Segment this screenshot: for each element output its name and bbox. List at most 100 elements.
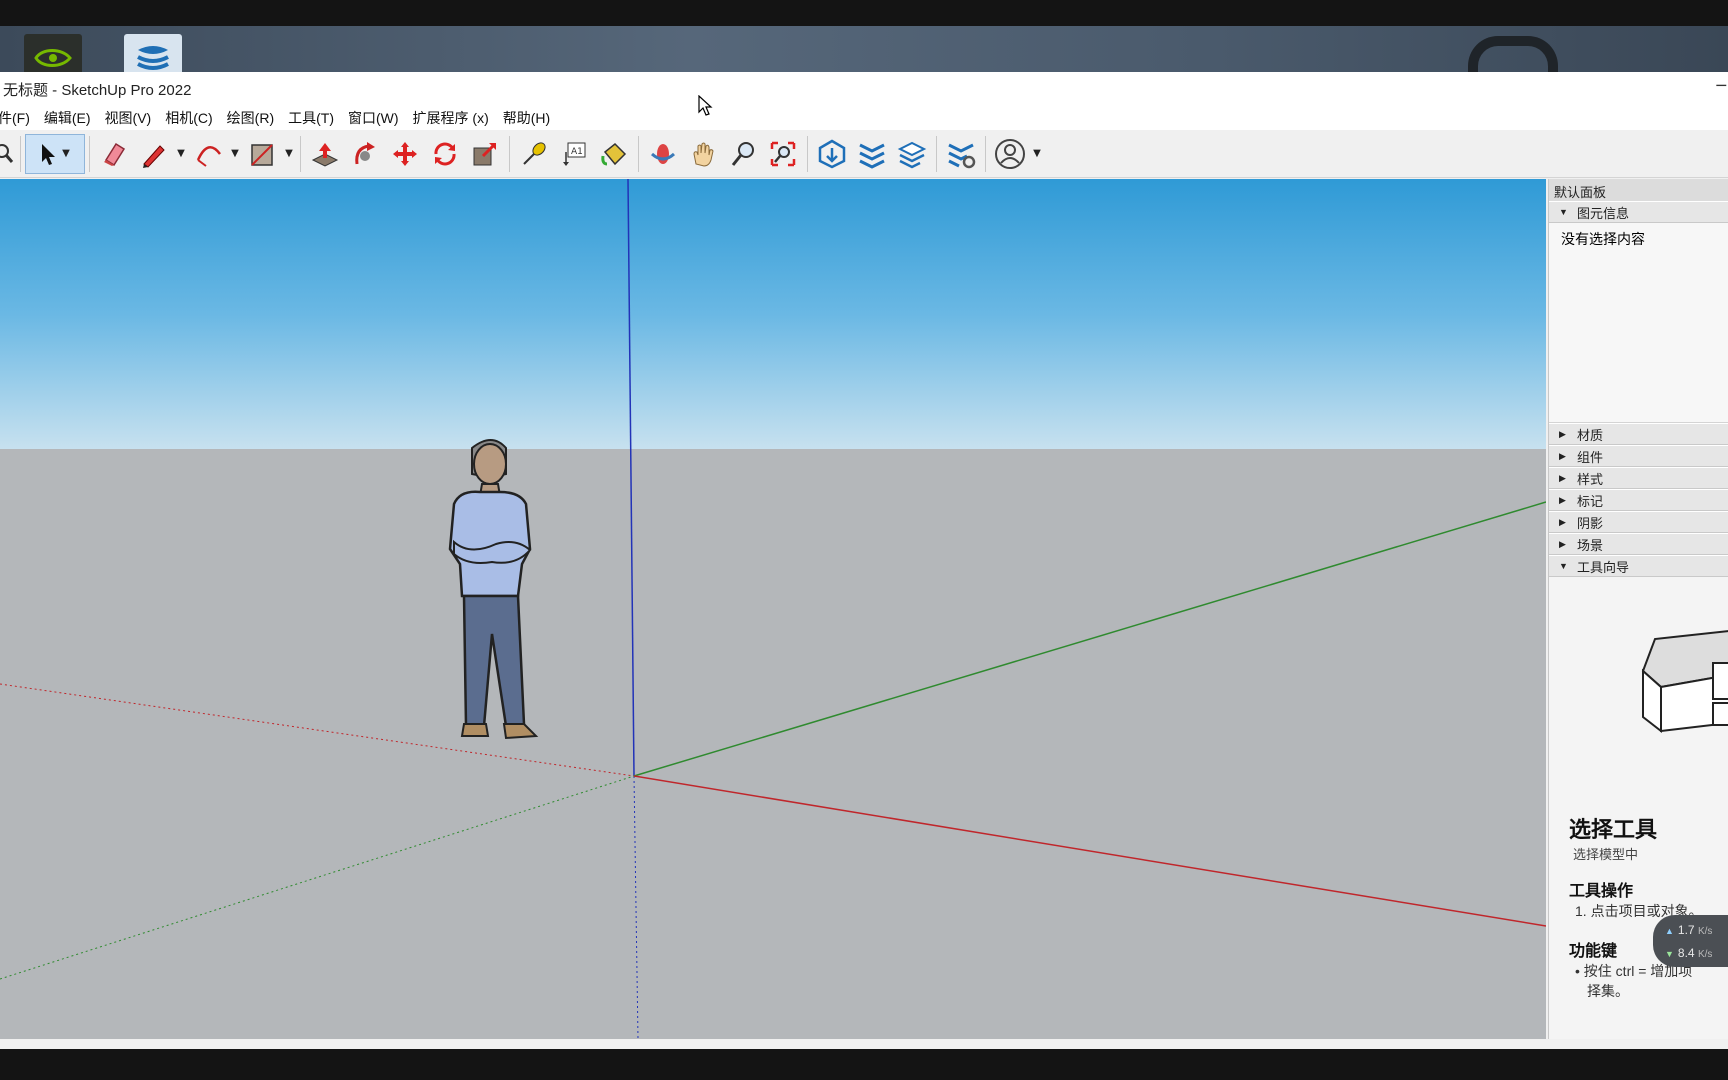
expanded-triangle-icon: ▼ [1559, 561, 1568, 571]
speed-unit: K/s [1697, 949, 1713, 960]
section-label: 工具向导 [1577, 559, 1630, 575]
extension-warehouse-icon[interactable] [852, 134, 892, 174]
collapsed-triangle-icon: ▶ [1559, 516, 1566, 527]
blue-axis [627, 179, 635, 777]
status-bar [0, 1039, 1728, 1049]
menu-extensions[interactable]: 扩展程序 (x) [406, 108, 496, 128]
collapsed-triangle-icon: ▶ [1559, 472, 1566, 483]
collapsed-triangle-icon: ▶ [1559, 428, 1566, 439]
chevron-down-icon[interactable]: ▼ [1030, 148, 1044, 159]
move-icon[interactable] [385, 134, 425, 174]
orbit-icon[interactable] [643, 134, 683, 174]
collapsed-triangle-icon: ▶ [1559, 494, 1566, 505]
chevron-down-icon[interactable]: ▼ [282, 148, 296, 159]
axes [0, 179, 1546, 1039]
select-icon[interactable]: ▼ [25, 133, 85, 174]
account-icon[interactable] [990, 134, 1030, 174]
tray-section-materials[interactable]: ▶ 材质 [1549, 423, 1728, 445]
download-arrow-icon: ▼ [1665, 949, 1674, 959]
push-pull-icon[interactable] [305, 134, 345, 174]
layers-app-icon[interactable] [124, 34, 182, 72]
expanded-triangle-icon: ▼ [1559, 207, 1568, 217]
green-axis-negative [0, 775, 635, 980]
paint-bucket-icon[interactable] [594, 134, 634, 174]
scale-icon[interactable] [465, 134, 505, 174]
window-title: 无标题 - SketchUp Pro 2022 [3, 81, 192, 99]
title-bar: 无标题 - SketchUp Pro 2022 ─ [0, 72, 1728, 106]
menu-tools[interactable]: 工具(T) [281, 108, 341, 128]
follow-me-icon[interactable] [345, 134, 385, 174]
download-speed: 8.4 [1677, 946, 1695, 960]
zoom-extents-icon[interactable] [763, 134, 803, 174]
model-viewport[interactable] [0, 179, 1546, 1039]
entity-info-body: 没有选择内容 [1549, 223, 1728, 423]
pencil-icon[interactable] [134, 134, 174, 174]
toolbar-separator [20, 135, 21, 172]
screen-bottom-bar [0, 1049, 1728, 1080]
tray-section-scenes[interactable]: ▶ 场景 [1549, 533, 1728, 555]
minimize-button[interactable]: ─ [1716, 76, 1726, 95]
section-label: 样式 [1577, 471, 1604, 487]
tray-section-entity-info[interactable]: ▼ 图元信息 [1549, 201, 1728, 223]
toolbar-separator [509, 135, 510, 172]
toolbar-separator [300, 135, 301, 172]
tape-measure-icon[interactable] [514, 134, 554, 174]
rotate-icon[interactable] [425, 134, 465, 174]
text-icon[interactable]: A1 [554, 134, 594, 174]
arc-icon[interactable] [188, 134, 228, 174]
toolbar-separator [89, 135, 90, 172]
section-label: 组件 [1577, 449, 1604, 465]
chevron-down-icon[interactable]: ▼ [174, 148, 188, 159]
house-illustration [1641, 630, 1728, 734]
operations-heading: 工具操作 [1569, 883, 1634, 900]
rectangle-icon[interactable] [242, 134, 282, 174]
layout-icon[interactable] [892, 134, 932, 174]
toolbar-separator [936, 135, 937, 172]
section-label: 材质 [1577, 427, 1604, 443]
zoom-icon[interactable] [0, 134, 16, 174]
collapsed-triangle-icon: ▶ [1559, 450, 1566, 461]
toolbar-separator [985, 135, 986, 172]
tool-description: 选择模型中 [1573, 847, 1639, 862]
upload-arrow-icon: ▲ [1665, 926, 1674, 936]
toolbar-separator [638, 135, 639, 172]
nvidia-icon[interactable] [24, 34, 82, 72]
menu-view[interactable]: 视图(V) [98, 108, 159, 128]
tray-section-instructor[interactable]: ▼ 工具向导 [1549, 555, 1728, 577]
tray-title: 默认面板 [1549, 179, 1728, 201]
chevron-down-icon[interactable]: ▼ [228, 148, 242, 159]
sketchup-window: 无标题 - SketchUp Pro 2022 ─ 件(F) 编辑(E) 视图(… [0, 72, 1728, 1039]
extension-manager-icon[interactable] [941, 134, 981, 174]
desktop-background [0, 26, 1728, 72]
tray-section-shadows[interactable]: ▶ 阴影 [1549, 511, 1728, 533]
pan-icon[interactable] [683, 134, 723, 174]
collapsed-triangle-icon: ▶ [1559, 538, 1566, 549]
section-label: 图元信息 [1577, 205, 1630, 221]
menu-window[interactable]: 窗口(W) [341, 108, 406, 128]
menu-camera[interactable]: 相机(C) [158, 108, 219, 128]
mouse-cursor-icon [698, 95, 713, 116]
modifier-keys-item-continued: 择集。 [1587, 983, 1629, 999]
section-label: 标记 [1577, 493, 1604, 509]
zoom-tool-icon[interactable] [723, 134, 763, 174]
menu-help[interactable]: 帮助(H) [496, 108, 557, 128]
eraser-icon[interactable] [94, 134, 134, 174]
network-speed-widget[interactable]: ▲ 1.7 K/s ▼ 8.4 K/s [1653, 915, 1728, 967]
toolbar-separator [807, 135, 808, 172]
main-toolbar: ▼ ▼ ▼ ▼ A1 ▼ [0, 130, 1728, 178]
default-tray: 默认面板 ▼ 图元信息 没有选择内容 ▶ 材质 ▶ 组件 ▶ 样式 ▶ 标记 ▶ 阴影 ▶ 场… [1548, 179, 1728, 1039]
tray-section-components[interactable]: ▶ 组件 [1549, 445, 1728, 467]
tray-section-tags[interactable]: ▶ 标记 [1549, 489, 1728, 511]
section-label: 场景 [1577, 537, 1604, 553]
menu-file[interactable]: 件(F) [0, 108, 37, 128]
menu-edit[interactable]: 编辑(E) [37, 108, 98, 128]
warehouse-icon[interactable] [812, 134, 852, 174]
blue-axis-negative [633, 775, 639, 1039]
scale-figure-person[interactable] [440, 434, 580, 794]
menu-draw[interactable]: 绘图(R) [220, 108, 281, 128]
tool-name: 选择工具 [1569, 817, 1658, 842]
tray-section-styles[interactable]: ▶ 样式 [1549, 467, 1728, 489]
red-axis [633, 775, 1546, 927]
chevron-down-icon[interactable]: ▼ [59, 148, 73, 159]
upload-speed: 1.7 [1677, 923, 1695, 937]
